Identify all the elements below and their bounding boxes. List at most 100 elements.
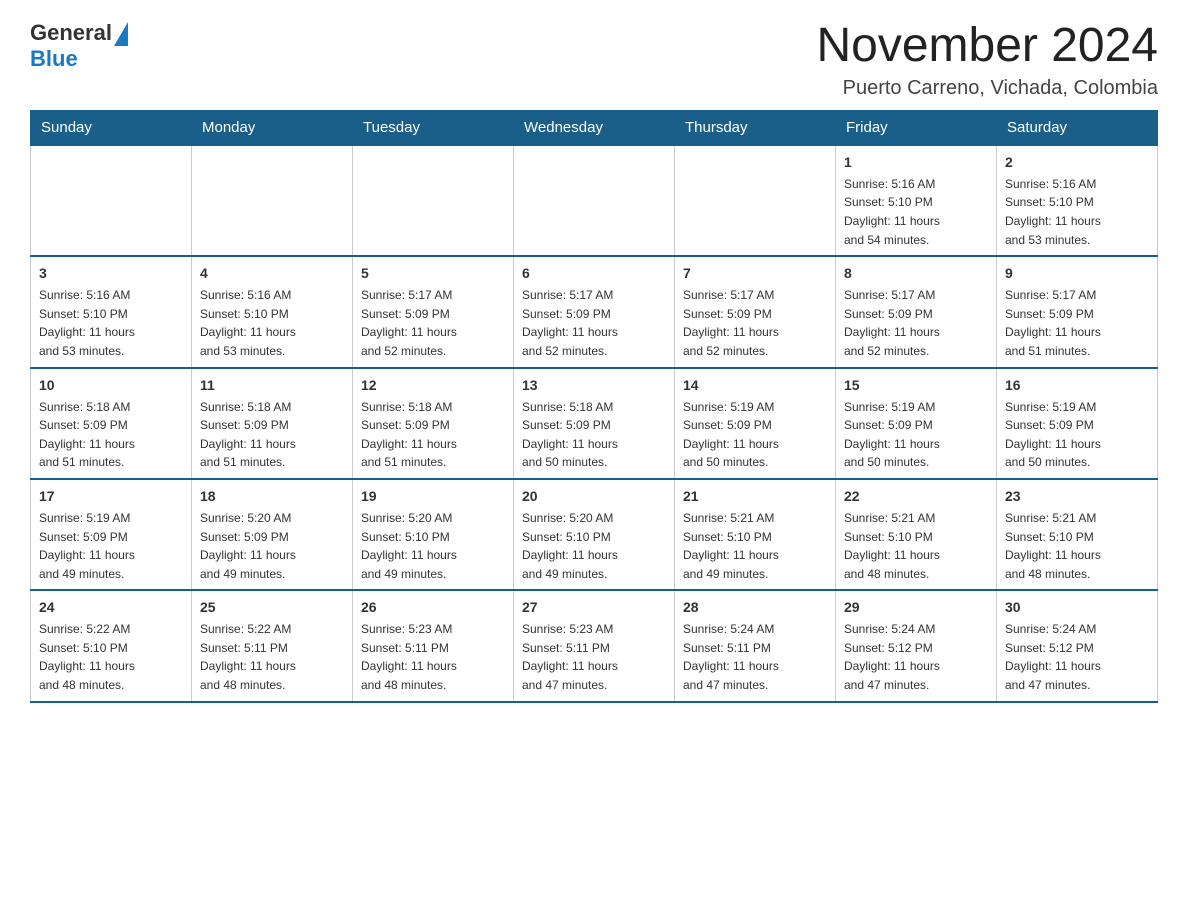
day-number: 25 (200, 597, 344, 618)
day-number: 29 (844, 597, 988, 618)
day-info: Sunrise: 5:19 AM Sunset: 5:09 PM Dayligh… (39, 509, 183, 583)
calendar-week-row: 10Sunrise: 5:18 AM Sunset: 5:09 PM Dayli… (31, 368, 1158, 479)
day-info: Sunrise: 5:16 AM Sunset: 5:10 PM Dayligh… (1005, 175, 1149, 249)
calendar-cell: 3Sunrise: 5:16 AM Sunset: 5:10 PM Daylig… (31, 256, 192, 367)
column-header-saturday: Saturday (997, 110, 1158, 145)
day-number: 5 (361, 263, 505, 284)
calendar-cell (192, 145, 353, 256)
calendar-cell: 16Sunrise: 5:19 AM Sunset: 5:09 PM Dayli… (997, 368, 1158, 479)
calendar-cell: 4Sunrise: 5:16 AM Sunset: 5:10 PM Daylig… (192, 256, 353, 367)
day-info: Sunrise: 5:18 AM Sunset: 5:09 PM Dayligh… (39, 398, 183, 472)
day-info: Sunrise: 5:23 AM Sunset: 5:11 PM Dayligh… (522, 620, 666, 694)
day-number: 28 (683, 597, 827, 618)
day-info: Sunrise: 5:21 AM Sunset: 5:10 PM Dayligh… (1005, 509, 1149, 583)
calendar-cell: 17Sunrise: 5:19 AM Sunset: 5:09 PM Dayli… (31, 479, 192, 590)
day-info: Sunrise: 5:20 AM Sunset: 5:10 PM Dayligh… (361, 509, 505, 583)
calendar-header-row: SundayMondayTuesdayWednesdayThursdayFrid… (31, 110, 1158, 145)
day-number: 9 (1005, 263, 1149, 284)
day-number: 16 (1005, 375, 1149, 396)
column-header-monday: Monday (192, 110, 353, 145)
day-info: Sunrise: 5:16 AM Sunset: 5:10 PM Dayligh… (844, 175, 988, 249)
day-number: 2 (1005, 152, 1149, 173)
calendar-cell: 26Sunrise: 5:23 AM Sunset: 5:11 PM Dayli… (353, 590, 514, 701)
calendar-cell: 2Sunrise: 5:16 AM Sunset: 5:10 PM Daylig… (997, 145, 1158, 256)
calendar-cell (514, 145, 675, 256)
column-header-thursday: Thursday (675, 110, 836, 145)
day-number: 7 (683, 263, 827, 284)
calendar-table: SundayMondayTuesdayWednesdayThursdayFrid… (30, 110, 1158, 703)
day-info: Sunrise: 5:18 AM Sunset: 5:09 PM Dayligh… (200, 398, 344, 472)
calendar-cell: 1Sunrise: 5:16 AM Sunset: 5:10 PM Daylig… (836, 145, 997, 256)
calendar-cell: 22Sunrise: 5:21 AM Sunset: 5:10 PM Dayli… (836, 479, 997, 590)
logo-triangle-icon (114, 22, 128, 46)
day-number: 3 (39, 263, 183, 284)
calendar-cell: 27Sunrise: 5:23 AM Sunset: 5:11 PM Dayli… (514, 590, 675, 701)
day-number: 20 (522, 486, 666, 507)
column-header-sunday: Sunday (31, 110, 192, 145)
day-number: 12 (361, 375, 505, 396)
day-info: Sunrise: 5:24 AM Sunset: 5:12 PM Dayligh… (1005, 620, 1149, 694)
calendar-cell: 14Sunrise: 5:19 AM Sunset: 5:09 PM Dayli… (675, 368, 836, 479)
calendar-cell: 10Sunrise: 5:18 AM Sunset: 5:09 PM Dayli… (31, 368, 192, 479)
calendar-cell: 20Sunrise: 5:20 AM Sunset: 5:10 PM Dayli… (514, 479, 675, 590)
day-info: Sunrise: 5:22 AM Sunset: 5:10 PM Dayligh… (39, 620, 183, 694)
day-info: Sunrise: 5:17 AM Sunset: 5:09 PM Dayligh… (361, 286, 505, 360)
day-info: Sunrise: 5:19 AM Sunset: 5:09 PM Dayligh… (844, 398, 988, 472)
calendar-cell (31, 145, 192, 256)
day-number: 21 (683, 486, 827, 507)
day-number: 6 (522, 263, 666, 284)
calendar-week-row: 1Sunrise: 5:16 AM Sunset: 5:10 PM Daylig… (31, 145, 1158, 256)
day-info: Sunrise: 5:18 AM Sunset: 5:09 PM Dayligh… (522, 398, 666, 472)
day-info: Sunrise: 5:24 AM Sunset: 5:12 PM Dayligh… (844, 620, 988, 694)
calendar-cell: 23Sunrise: 5:21 AM Sunset: 5:10 PM Dayli… (997, 479, 1158, 590)
day-info: Sunrise: 5:16 AM Sunset: 5:10 PM Dayligh… (200, 286, 344, 360)
column-header-wednesday: Wednesday (514, 110, 675, 145)
location-subtitle: Puerto Carreno, Vichada, Colombia (816, 77, 1158, 100)
day-info: Sunrise: 5:18 AM Sunset: 5:09 PM Dayligh… (361, 398, 505, 472)
day-number: 19 (361, 486, 505, 507)
day-info: Sunrise: 5:17 AM Sunset: 5:09 PM Dayligh… (522, 286, 666, 360)
calendar-cell: 5Sunrise: 5:17 AM Sunset: 5:09 PM Daylig… (353, 256, 514, 367)
column-header-friday: Friday (836, 110, 997, 145)
logo: General Blue (30, 20, 128, 72)
day-info: Sunrise: 5:21 AM Sunset: 5:10 PM Dayligh… (844, 509, 988, 583)
day-number: 8 (844, 263, 988, 284)
calendar-cell: 25Sunrise: 5:22 AM Sunset: 5:11 PM Dayli… (192, 590, 353, 701)
day-number: 10 (39, 375, 183, 396)
day-info: Sunrise: 5:20 AM Sunset: 5:10 PM Dayligh… (522, 509, 666, 583)
day-number: 22 (844, 486, 988, 507)
calendar-cell: 28Sunrise: 5:24 AM Sunset: 5:11 PM Dayli… (675, 590, 836, 701)
day-number: 15 (844, 375, 988, 396)
calendar-week-row: 3Sunrise: 5:16 AM Sunset: 5:10 PM Daylig… (31, 256, 1158, 367)
logo-blue-text: Blue (30, 46, 78, 71)
day-number: 13 (522, 375, 666, 396)
day-number: 26 (361, 597, 505, 618)
day-number: 4 (200, 263, 344, 284)
calendar-cell (675, 145, 836, 256)
calendar-cell: 12Sunrise: 5:18 AM Sunset: 5:09 PM Dayli… (353, 368, 514, 479)
calendar-cell: 7Sunrise: 5:17 AM Sunset: 5:09 PM Daylig… (675, 256, 836, 367)
calendar-cell: 11Sunrise: 5:18 AM Sunset: 5:09 PM Dayli… (192, 368, 353, 479)
day-number: 18 (200, 486, 344, 507)
calendar-cell: 19Sunrise: 5:20 AM Sunset: 5:10 PM Dayli… (353, 479, 514, 590)
calendar-cell: 29Sunrise: 5:24 AM Sunset: 5:12 PM Dayli… (836, 590, 997, 701)
logo-general-text: General (30, 20, 112, 46)
day-number: 11 (200, 375, 344, 396)
day-info: Sunrise: 5:20 AM Sunset: 5:09 PM Dayligh… (200, 509, 344, 583)
day-info: Sunrise: 5:16 AM Sunset: 5:10 PM Dayligh… (39, 286, 183, 360)
day-number: 30 (1005, 597, 1149, 618)
calendar-cell: 13Sunrise: 5:18 AM Sunset: 5:09 PM Dayli… (514, 368, 675, 479)
calendar-cell: 6Sunrise: 5:17 AM Sunset: 5:09 PM Daylig… (514, 256, 675, 367)
calendar-cell: 9Sunrise: 5:17 AM Sunset: 5:09 PM Daylig… (997, 256, 1158, 367)
calendar-cell: 24Sunrise: 5:22 AM Sunset: 5:10 PM Dayli… (31, 590, 192, 701)
day-info: Sunrise: 5:21 AM Sunset: 5:10 PM Dayligh… (683, 509, 827, 583)
calendar-cell: 30Sunrise: 5:24 AM Sunset: 5:12 PM Dayli… (997, 590, 1158, 701)
day-info: Sunrise: 5:19 AM Sunset: 5:09 PM Dayligh… (1005, 398, 1149, 472)
title-block: November 2024 Puerto Carreno, Vichada, C… (816, 20, 1158, 100)
day-info: Sunrise: 5:17 AM Sunset: 5:09 PM Dayligh… (844, 286, 988, 360)
calendar-cell: 18Sunrise: 5:20 AM Sunset: 5:09 PM Dayli… (192, 479, 353, 590)
day-number: 27 (522, 597, 666, 618)
calendar-cell: 8Sunrise: 5:17 AM Sunset: 5:09 PM Daylig… (836, 256, 997, 367)
day-info: Sunrise: 5:23 AM Sunset: 5:11 PM Dayligh… (361, 620, 505, 694)
calendar-cell: 15Sunrise: 5:19 AM Sunset: 5:09 PM Dayli… (836, 368, 997, 479)
